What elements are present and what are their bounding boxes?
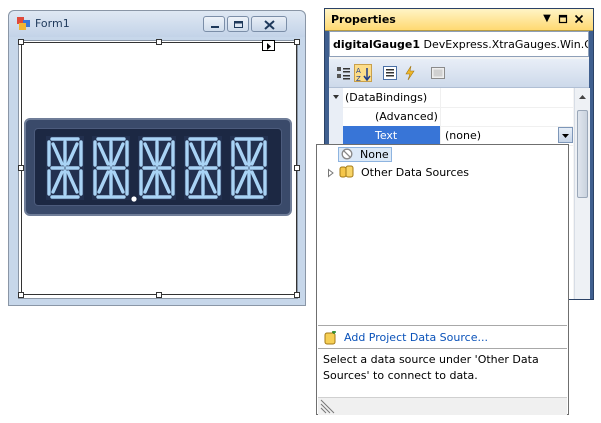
gauge-digit [92, 136, 130, 200]
description-line-1: Select a data source under 'Other Data [323, 353, 539, 366]
close-icon[interactable] [573, 13, 585, 25]
datasource-dropdown: None Other Data Sources Add Project Data… [316, 144, 569, 415]
svg-text:A: A [356, 67, 361, 75]
add-data-source-icon [323, 330, 337, 348]
property-pages-icon[interactable] [429, 64, 447, 82]
resize-handle[interactable] [294, 292, 300, 298]
digital-gauge[interactable] [24, 118, 292, 216]
alphabetical-sort-icon[interactable]: AZ [354, 64, 372, 83]
decimal-point [131, 196, 137, 202]
properties-view-icon[interactable] [381, 64, 399, 82]
add-project-data-source-link[interactable]: Add Project Data Source... [344, 331, 488, 344]
properties-titlebar[interactable]: Properties ▼ [325, 9, 593, 31]
smart-tag-icon[interactable] [262, 40, 275, 51]
gauge-digit [138, 136, 176, 200]
object-selector[interactable]: digitalGauge1 DevExpress.XtraGauges.Win.… [329, 31, 589, 57]
dropdown-button[interactable] [558, 127, 573, 143]
tree-item-other-data-sources[interactable]: Other Data Sources [361, 166, 469, 179]
property-value[interactable] [440, 107, 574, 126]
resize-handle[interactable] [294, 39, 300, 45]
categorized-icon[interactable] [334, 64, 352, 82]
scroll-up-icon[interactable] [575, 90, 590, 104]
property-value[interactable] [440, 88, 574, 107]
gauge-digit [46, 136, 84, 200]
gauge-digits [46, 136, 268, 202]
gauge-digit [230, 136, 268, 200]
dropdown-arrow-icon[interactable]: ▼ [541, 13, 553, 25]
expand-icon[interactable] [327, 168, 335, 181]
separator [318, 348, 567, 349]
properties-toolbar: AZ [329, 59, 589, 88]
resize-grip-icon[interactable] [319, 398, 335, 414]
properties-title: Properties [331, 13, 396, 26]
selected-object-name: digitalGauge1 [333, 38, 421, 51]
vertical-scrollbar[interactable] [574, 88, 590, 299]
maximize-button[interactable] [227, 16, 249, 32]
form-titlebar[interactable]: Form1 [9, 11, 305, 37]
close-button[interactable] [251, 16, 287, 32]
tree-item-none[interactable]: None [360, 148, 389, 161]
svg-text:Z: Z [356, 75, 361, 83]
form-title: Form1 [35, 17, 70, 30]
events-icon[interactable] [401, 64, 419, 82]
grid-row-databindings[interactable]: (DataBindings) [343, 88, 573, 108]
scroll-thumb[interactable] [577, 110, 588, 198]
description-line-2: Sources' to connect to data. [323, 369, 478, 382]
gauge-digit [184, 136, 222, 200]
data-source-icon [339, 165, 355, 182]
resize-handle[interactable] [18, 292, 24, 298]
resize-handle[interactable] [156, 39, 162, 45]
form-app-icon [17, 17, 30, 30]
resize-handle[interactable] [156, 292, 162, 298]
gauge-display [34, 128, 282, 206]
resize-handle[interactable] [18, 39, 24, 45]
maximize-icon[interactable] [557, 13, 569, 25]
collapse-icon[interactable] [329, 88, 343, 107]
minimize-button[interactable] [203, 16, 225, 32]
none-icon [341, 148, 353, 163]
resize-handle[interactable] [294, 165, 300, 171]
separator [318, 325, 567, 326]
grid-row-advanced[interactable]: (Advanced) [343, 107, 573, 127]
property-name: (Advanced) [375, 110, 438, 123]
grid-row-text[interactable]: Text (none) [343, 126, 573, 146]
resize-grip[interactable] [318, 397, 567, 415]
property-value[interactable]: (none) [440, 126, 574, 145]
selected-object-type: DevExpress.XtraGauges.Win.G [423, 38, 589, 51]
property-name: Text [343, 126, 440, 145]
property-name: (DataBindings) [345, 91, 428, 104]
